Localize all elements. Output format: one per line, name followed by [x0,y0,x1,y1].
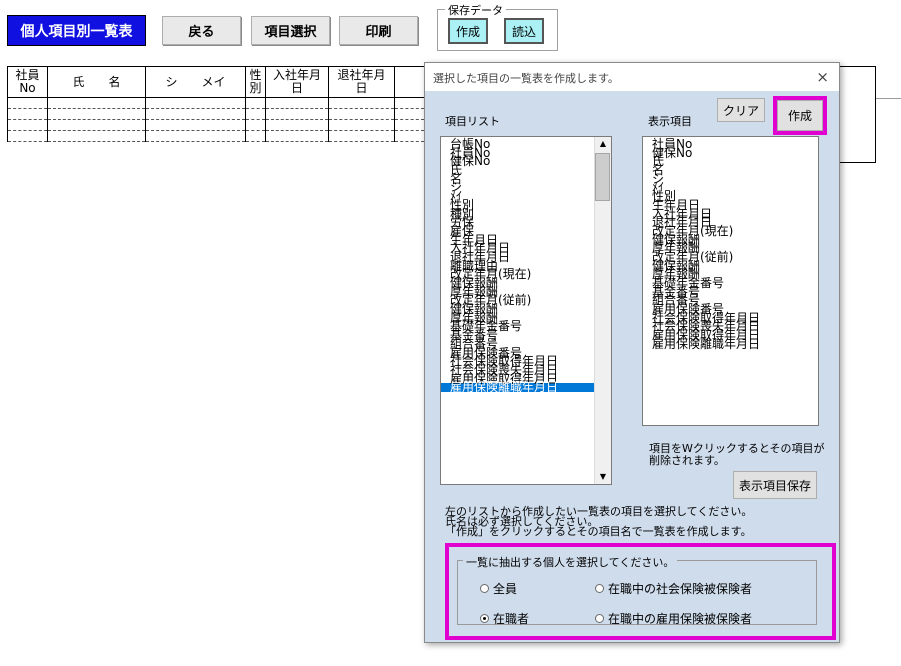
header-join-date: 入社年月 日 [265,66,329,98]
list-item[interactable]: 名 [643,164,818,176]
table-row [7,97,425,109]
scroll-thumb[interactable] [595,153,610,201]
option-employment-insured-label: 在職中の雇用保険被保険者 [608,612,753,626]
radio-employed[interactable] [480,614,489,623]
list-item[interactable]: 雇用保険離職年月日 [441,381,611,393]
radio-employment-insured[interactable] [595,614,604,623]
option-employed[interactable]: 在職者 [480,610,529,627]
header-name: 氏 名 [47,66,146,98]
saved-data-legend: 保存データ [445,2,506,18]
header-employee-no: 社員 No [7,66,48,98]
scroll-up-icon[interactable]: ▲ [595,137,611,151]
report-title-button[interactable]: 個人項目別一覧表 [7,15,146,46]
table-row [7,108,425,120]
option-employment-insured[interactable]: 在職中の雇用保険被保険者 [595,610,752,627]
table-right-edge [840,66,876,163]
list-creation-dialog: 選択した項目の一覧表を作成します。 × 項目リスト 表示項目 クリア 作成 台帳… [424,62,840,643]
item-list-label: 項目リスト [445,115,500,128]
extract-group-label: 一覧に抽出する個人を選択してください。 [463,554,678,570]
back-button[interactable]: 戻る [162,16,241,45]
list-item[interactable]: シ [643,173,818,185]
header-more [394,66,425,98]
option-all[interactable]: 全員 [480,580,517,597]
list-item[interactable]: 雇用保険離職年月日 [643,338,818,350]
item-listbox[interactable]: 台帳No 社員No 健保No 氏名シﾒｲ 性別 種別 労保 雇保 生年月日 入社年月日 退社年月日離… [440,136,612,485]
delete-hint: 項目をWクリックするとその項目が 削除されます。 [649,442,825,467]
list-item[interactable]: 健保No [643,147,818,159]
radio-all[interactable] [480,584,489,593]
header-kana: シ メイ [145,66,246,98]
table-header-row: 社員 No 氏 名 シ メイ 性 別 入社年月 日 退社年月 日 [7,66,425,98]
item-list-scrollbar[interactable]: ▲ ▼ [594,137,611,484]
option-employed-label: 在職者 [493,612,530,626]
option-all-label: 全員 [493,582,518,596]
list-item[interactable]: シ [441,182,611,194]
display-items-label: 表示項目 [648,115,692,128]
select-items-button[interactable]: 項目選択 [251,16,330,45]
save-display-items-button[interactable]: 表示項目保存 [733,471,817,499]
clear-button[interactable]: クリア [717,98,765,122]
saved-load-button[interactable]: 読込 [504,18,544,44]
sheet-rule [876,98,901,99]
saved-create-button[interactable]: 作成 [448,18,488,44]
list-item[interactable]: 名 [441,173,611,185]
employee-table: 社員 No 氏 名 シ メイ 性 別 入社年月 日 退社年月 日 [7,66,425,142]
print-button[interactable]: 印刷 [339,16,418,45]
option-social-insured-label: 在職中の社会保険被保険者 [608,582,753,596]
table-row [7,130,425,142]
dialog-title: 選択した項目の一覧表を作成します。 [425,63,839,91]
radio-social-insured[interactable] [595,584,604,593]
close-icon[interactable]: × [816,68,829,86]
option-social-insured[interactable]: 在職中の社会保険被保険者 [595,580,752,597]
table-row [7,119,425,131]
header-leave-date: 退社年月 日 [328,66,395,98]
header-gender: 性 別 [245,66,266,98]
scroll-down-icon[interactable]: ▼ [595,470,611,484]
list-item[interactable]: 健保No [441,156,611,168]
display-listbox[interactable]: 社員No 健保No 氏名シﾒｲ 性別 生年月日 入社年月日 退社年月日 改定年月(現在) 健保報… [642,136,819,426]
instructions-text: 左のリストから作成したい一覧表の項目を選択してください。 氏名は必ず選択してくだ… [445,505,753,538]
create-button[interactable]: 作成 [777,100,823,131]
